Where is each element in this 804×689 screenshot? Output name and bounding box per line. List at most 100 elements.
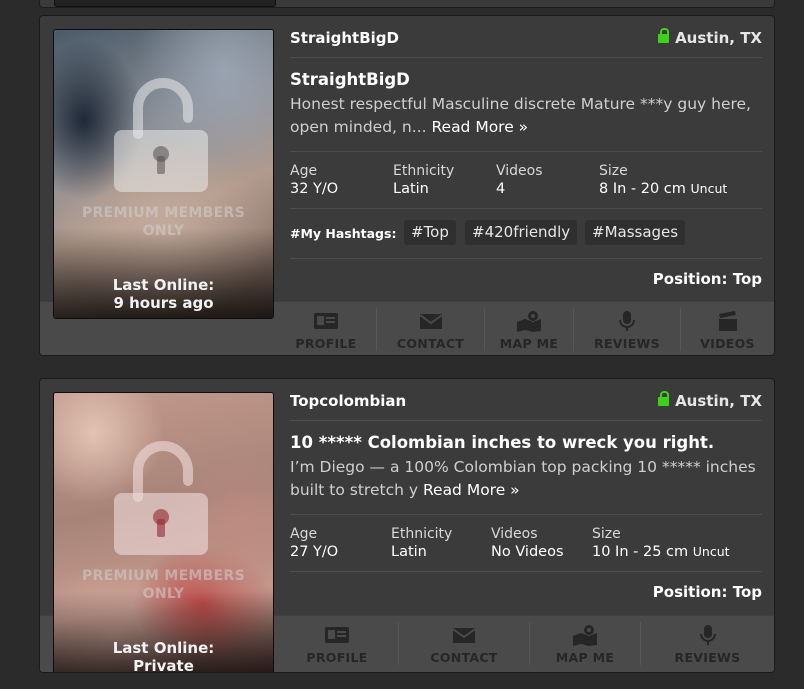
lock-icon: [658, 391, 670, 406]
profile-description: Honest respectful Masculine discrete Mat…: [290, 93, 762, 139]
microphone-icon: [699, 625, 716, 645]
profile-photo-locked[interactable]: PREMIUM MEMBERS ONLY Last Online: Privat…: [53, 392, 274, 673]
profile-card-icon: [325, 627, 349, 643]
stat-label: Age: [290, 163, 318, 179]
envelope-icon: [452, 628, 476, 643]
description-text: I’m Diego — a 100% Colombian top packing…: [290, 458, 756, 499]
reviews-button[interactable]: REVIEWS: [640, 622, 774, 665]
action-label: PROFILE: [295, 336, 357, 351]
stat-value: 8 In - 20 cm Uncut: [599, 180, 727, 198]
stat-videos: Videos 4: [496, 163, 543, 198]
videos-button[interactable]: VIDEOS: [680, 308, 774, 351]
profile-info: StraightBigD Austin, TX StraightBigD Hon…: [290, 16, 762, 299]
stat-value: 4: [496, 181, 506, 197]
profile-description: I’m Diego — a 100% Colombian top packing…: [290, 456, 762, 502]
clapperboard-icon: [718, 311, 737, 331]
location-text: Austin, TX: [675, 392, 762, 410]
padlock-open-icon: [114, 78, 208, 192]
position-row: Position: Top: [290, 259, 762, 299]
profile-headline: StraightBigD: [290, 70, 410, 89]
lock-icon: [658, 28, 670, 43]
profile-button[interactable]: PROFILE: [277, 622, 397, 665]
stat-ethnicity: Ethnicity Latin: [393, 163, 454, 198]
microphone-icon: [619, 311, 635, 331]
contact-button[interactable]: CONTACT: [398, 622, 529, 665]
size-unit: Uncut: [692, 544, 730, 559]
contact-button[interactable]: CONTACT: [376, 308, 484, 351]
location-text: Austin, TX: [675, 29, 762, 47]
stat-label: Size: [599, 163, 628, 179]
action-label: VIDEOS: [700, 336, 755, 351]
size-unit: Uncut: [690, 181, 728, 196]
read-more-link[interactable]: Read More »: [423, 481, 520, 499]
hashtag[interactable]: #420friendly: [465, 220, 578, 245]
stat-value: No Videos: [491, 544, 564, 560]
action-label: REVIEWS: [594, 336, 660, 351]
last-online: Last Online: 9 hours ago: [54, 276, 273, 312]
map-me-button[interactable]: MAP ME: [529, 622, 640, 665]
read-more-link[interactable]: Read More »: [431, 118, 528, 136]
previous-profile-photo[interactable]: [54, 0, 276, 7]
stat-label: Size: [592, 526, 621, 542]
profile-photo-locked[interactable]: PREMIUM MEMBERS ONLY Last Online: 9 hour…: [53, 29, 274, 319]
hashtag[interactable]: #Massages: [585, 220, 686, 245]
position-value: Top: [732, 583, 762, 601]
stat-age: Age 32 Y/O: [290, 163, 338, 198]
profile-stats: Age 27 Y/O Ethnicity Latin Videos No Vid…: [290, 514, 762, 572]
stat-label: Videos: [491, 526, 538, 542]
stat-videos: Videos No Videos: [491, 526, 564, 561]
hashtags-label: #My Hashtags:: [290, 226, 397, 241]
profile-headline: 10 ***** Colombian inches to wreck you r…: [290, 433, 715, 452]
last-online-label: Last Online:: [112, 639, 215, 657]
action-label: PROFILE: [306, 650, 368, 665]
stat-value: 27 Y/O: [290, 544, 339, 560]
profile-location: Austin, TX: [658, 28, 762, 47]
stat-label: Videos: [496, 163, 543, 179]
profile-username[interactable]: Topcolombian: [290, 392, 406, 410]
position-value: Top: [732, 270, 762, 288]
premium-members-only-text: PREMIUM MEMBERS ONLY: [82, 205, 245, 239]
profile-card: PREMIUM MEMBERS ONLY Last Online: 9 hour…: [39, 15, 775, 356]
last-online-value: Private: [133, 657, 194, 673]
hashtag[interactable]: #Top: [404, 220, 456, 245]
map-pin-icon: [573, 625, 597, 646]
stat-value: 32 Y/O: [290, 181, 339, 197]
stat-label: Age: [290, 526, 318, 542]
stat-label: Ethnicity: [391, 526, 453, 542]
premium-members-only-text: PREMIUM MEMBERS ONLY: [82, 568, 245, 602]
padlock-open-icon: [114, 441, 208, 555]
stat-age: Age 27 Y/O: [290, 526, 338, 561]
action-label: CONTACT: [396, 336, 465, 351]
size-text: 10 In - 25 cm: [592, 544, 689, 560]
action-label: MAP ME: [555, 650, 615, 665]
profile-location: Austin, TX: [658, 391, 762, 410]
position-label: Position:: [652, 270, 728, 288]
map-me-button[interactable]: MAP ME: [484, 308, 573, 351]
map-pin-icon: [517, 311, 541, 332]
hashtags-row: #My Hashtags: #Top #420friendly #Massage…: [290, 209, 762, 259]
position-label: Position:: [652, 583, 728, 601]
reviews-button[interactable]: REVIEWS: [573, 308, 680, 351]
profile-card: PREMIUM MEMBERS ONLY Last Online: Privat…: [39, 378, 775, 673]
action-label: MAP ME: [499, 336, 559, 351]
stat-size: Size 10 In - 25 cm Uncut: [592, 526, 730, 561]
envelope-icon: [418, 314, 443, 329]
profile-info: Topcolombian Austin, TX 10 ***** Colombi…: [290, 379, 762, 612]
last-online-label: Last Online:: [112, 276, 215, 294]
profile-username[interactable]: StraightBigD: [290, 29, 399, 47]
action-label: REVIEWS: [674, 650, 741, 665]
previous-profile-card: [39, 0, 775, 8]
last-online-value: 9 hours ago: [113, 294, 214, 312]
action-label: CONTACT: [430, 650, 498, 665]
stat-value: Latin: [391, 544, 427, 560]
profile-stats: Age 32 Y/O Ethnicity Latin Videos 4 Size…: [290, 151, 762, 209]
stat-value: 10 In - 25 cm Uncut: [592, 543, 730, 561]
stat-ethnicity: Ethnicity Latin: [391, 526, 452, 561]
last-online: Last Online: Private: [54, 639, 273, 673]
position-row: Position: Top: [290, 572, 762, 612]
profile-button[interactable]: PROFILE: [277, 308, 375, 351]
stat-label: Ethnicity: [393, 163, 455, 179]
stat-size: Size 8 In - 20 cm Uncut: [599, 163, 727, 198]
stat-value: Latin: [393, 181, 429, 197]
size-text: 8 In - 20 cm: [599, 181, 686, 197]
